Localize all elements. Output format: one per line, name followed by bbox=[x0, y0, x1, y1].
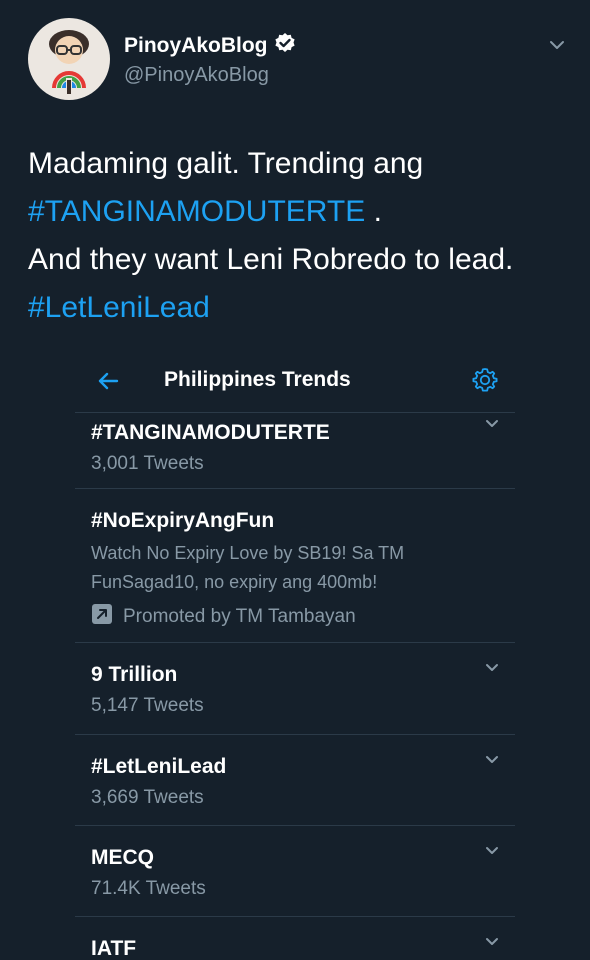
trend-name: #TANGINAMODUTERTE bbox=[91, 421, 330, 444]
avatar[interactable] bbox=[28, 18, 110, 100]
trend-name: 9 Trillion bbox=[91, 663, 178, 686]
chevron-down-icon[interactable] bbox=[483, 751, 501, 769]
trends-card-image: Philippines Trends #TANGINAMODUTERTE 3,0… bbox=[75, 352, 515, 960]
trend-item[interactable]: #LetLeniLead 3,669 Tweets bbox=[75, 734, 515, 826]
author-handle[interactable]: @PinoyAkoBlog bbox=[124, 64, 269, 87]
chevron-down-icon[interactable] bbox=[483, 659, 501, 677]
gear-icon[interactable] bbox=[471, 366, 499, 394]
trend-tweet-count: 5,147 Tweets bbox=[91, 695, 204, 716]
trend-item[interactable]: #TANGINAMODUTERTE 3,001 Tweets bbox=[75, 412, 515, 489]
author-name-row[interactable]: PinoyAkoBlog bbox=[124, 32, 296, 59]
trend-name: #NoExpiryAngFun bbox=[91, 509, 275, 532]
chevron-down-icon[interactable] bbox=[483, 933, 501, 951]
trends-header: Philippines Trends bbox=[75, 352, 515, 412]
trend-tweet-count: 3,669 Tweets bbox=[91, 787, 204, 808]
trend-tweet-count: 71.4K Tweets bbox=[91, 878, 206, 899]
hashtag-link[interactable]: #LetLeniLead bbox=[28, 291, 210, 324]
chevron-down-icon[interactable] bbox=[483, 415, 501, 433]
tweet-text-line: Madaming galit. Trending ang bbox=[28, 147, 424, 180]
trend-name: MECQ bbox=[91, 846, 154, 869]
hashtag-link[interactable]: #TANGINAMODUTERTE bbox=[28, 195, 365, 228]
tweet-text-line: #LetLeniLead bbox=[28, 284, 578, 332]
trend-description: Watch No Expiry Love by SB19! Sa TM FunS… bbox=[91, 543, 405, 592]
trends-title: Philippines Trends bbox=[164, 368, 351, 391]
trend-item[interactable]: MECQ 71.4K Tweets bbox=[75, 825, 515, 917]
tweet-text-line: #TANGINAMODUTERTE . bbox=[28, 188, 578, 236]
tweet-text: Madaming galit. Trending ang #TANGINAMOD… bbox=[28, 140, 578, 332]
promoted-label: Promoted by TM Tambayan bbox=[91, 603, 356, 631]
author-name[interactable]: PinoyAkoBlog bbox=[124, 34, 268, 58]
trend-name: #LetLeniLead bbox=[91, 755, 227, 778]
promoted-icon bbox=[91, 603, 113, 631]
trend-item[interactable]: 9 Trillion 5,147 Tweets bbox=[75, 642, 515, 735]
trend-item-promoted[interactable]: #NoExpiryAngFun Watch No Expiry Love by … bbox=[75, 488, 515, 643]
trend-tweet-count: 3,001 Tweets bbox=[91, 453, 204, 474]
trend-name: IATF bbox=[91, 937, 137, 960]
tweet-text-fragment: . bbox=[365, 195, 382, 228]
chevron-down-icon[interactable] bbox=[546, 34, 568, 56]
promoted-by-text: Promoted by TM Tambayan bbox=[123, 606, 356, 627]
verified-badge-icon bbox=[274, 32, 296, 59]
arrow-left-icon[interactable] bbox=[95, 368, 121, 394]
trend-item[interactable]: IATF bbox=[75, 916, 515, 960]
tweet-text-line: And they want Leni Robredo to lead. bbox=[28, 243, 514, 276]
chevron-down-icon[interactable] bbox=[483, 842, 501, 860]
